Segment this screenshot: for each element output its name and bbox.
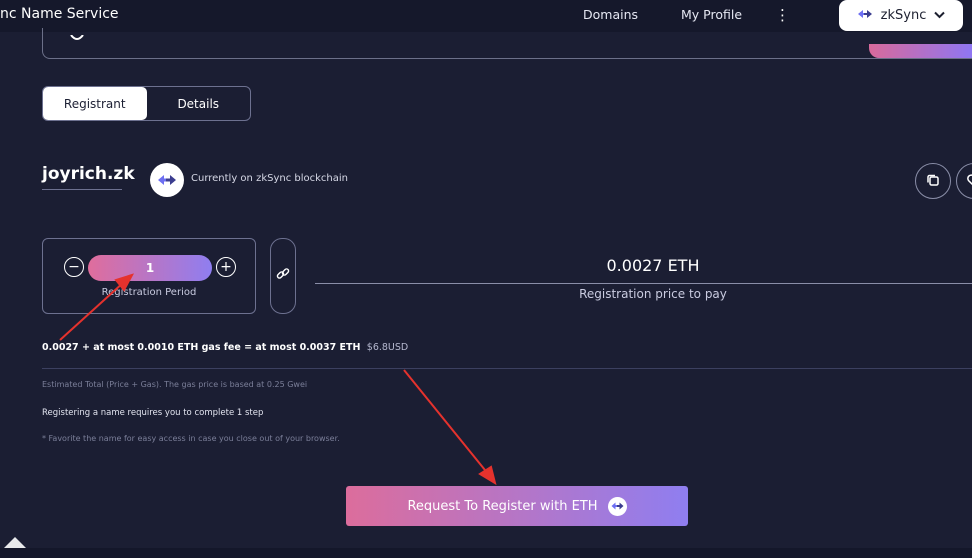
search-bar[interactable] [42,28,972,59]
link-icon [276,267,290,285]
heart-icon [967,172,972,191]
period-label: Registration Period [101,287,197,298]
zksync-arrows-icon [857,8,873,23]
nav-domains-link[interactable]: Domains [583,7,638,22]
request-register-button[interactable]: Request To Register with ETH [346,486,688,526]
app-brand[interactable]: nc Name Service [0,6,119,22]
more-menu-icon[interactable]: ⋮ [775,5,790,25]
search-button[interactable] [869,44,972,58]
price-divider [315,283,972,284]
fee-summary-text: 0.0027 + at most 0.0010 ETH gas fee = at… [42,342,361,353]
network-label: zkSync [880,8,927,23]
domain-name-underline [42,189,122,190]
registration-period-box: − 1 + Registration Period [42,238,256,314]
register-button-label: Request To Register with ETH [407,498,598,514]
network-selector-button[interactable]: zkSync [839,0,963,31]
fee-usd-value: $6.8USD [366,342,409,353]
registration-price-label: Registration price to pay [579,287,727,301]
copy-button[interactable] [915,163,951,199]
estimated-total-note: Estimated Total (Price + Gas). The gas p… [42,380,308,389]
search-icon [69,30,84,40]
annotation-arrowhead-2 [478,465,497,486]
minus-icon: − [68,259,80,275]
domain-name-title: joyrich.zk [42,164,135,184]
decrease-period-button[interactable]: − [64,257,84,277]
favorite-button[interactable] [956,163,972,199]
tab-registrant[interactable]: Registrant [43,87,147,120]
nav-my-profile-link[interactable]: My Profile [681,7,742,22]
chevron-down-icon [934,8,946,23]
bottom-edge [0,548,972,558]
registration-price: 0.0027 ETH [606,256,700,275]
registration-tabs: Registrant Details [42,86,251,121]
period-stepper-value[interactable]: 1 [88,255,212,281]
link-toggle-button[interactable] [270,238,296,314]
annotation-arrow-2 [403,369,490,476]
section-divider [42,368,972,369]
fee-summary: 0.0027 + at most 0.0010 ETH gas fee = at… [42,342,408,353]
increase-period-button[interactable]: + [216,257,236,277]
steps-note: Registering a name requires you to compl… [42,408,264,418]
scroll-top-icon[interactable] [4,537,26,548]
plus-icon: + [220,259,232,275]
zksync-icon [607,496,627,516]
tab-details[interactable]: Details [147,87,251,120]
favorite-note: * Favorite the name for easy access in c… [42,434,340,443]
zksync-badge-icon [150,163,184,197]
chain-status-text: Currently on zkSync blockchain [191,173,349,184]
copy-icon [926,172,940,191]
